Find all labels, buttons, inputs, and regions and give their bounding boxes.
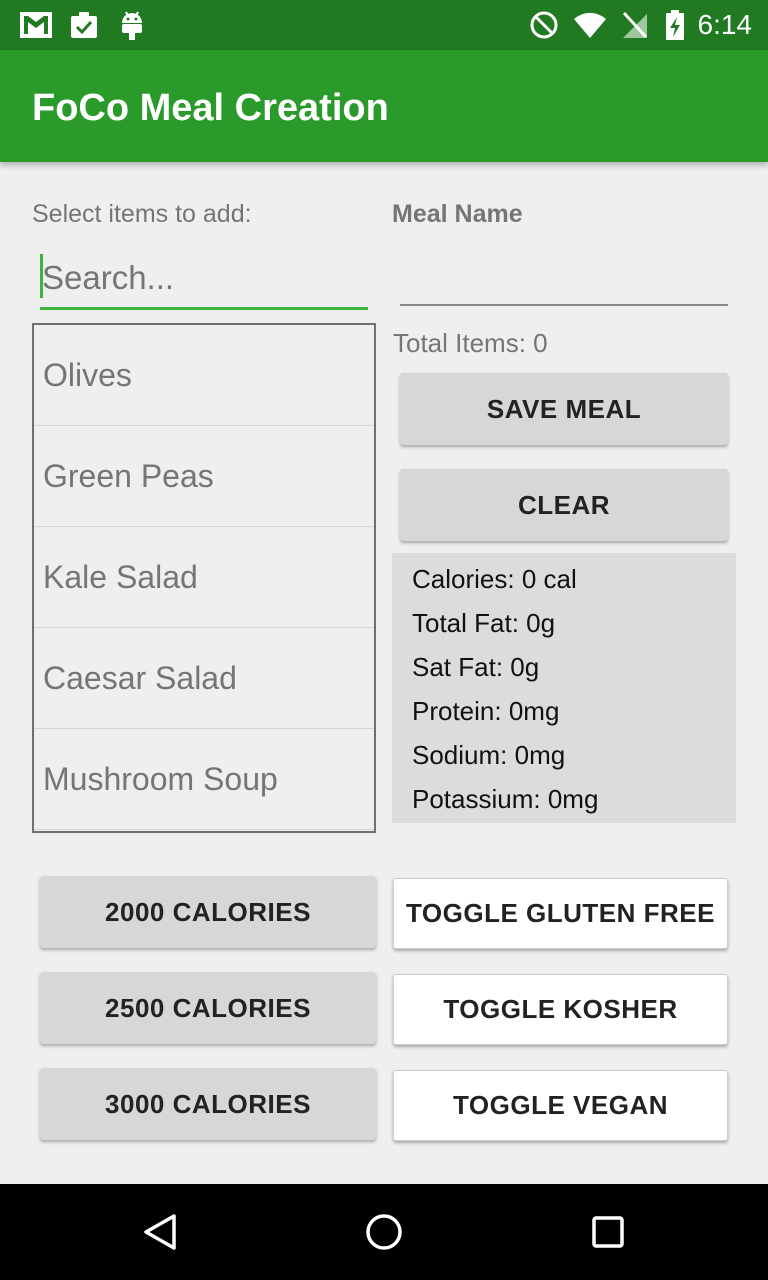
calories-2000-button[interactable]: 2000 CALORIES [40,876,376,948]
gmail-icon [18,9,54,41]
home-icon[interactable] [364,1212,404,1252]
calories-2500-button[interactable]: 2500 CALORIES [40,972,376,1044]
toggle-vegan-button[interactable]: TOGGLE VEGAN [393,1070,728,1141]
app-bar: FoCo Meal Creation [0,50,768,162]
calories-3000-button[interactable]: 3000 CALORIES [40,1068,376,1140]
search-input[interactable] [40,250,368,306]
text-cursor [40,254,43,298]
list-item[interactable]: Mushroom Soup [34,729,374,830]
total-items-count: Total Items: 0 [393,328,548,358]
list-item[interactable]: Kale Salad [34,527,374,628]
meal-name-field[interactable] [400,250,728,306]
select-items-label: Select items to add: [32,200,252,228]
nutrition-summary: Calories: 0 cal Total Fat: 0g Sat Fat: 0… [392,553,736,823]
list-item[interactable]: Caesar Salad [34,628,374,729]
navigation-bar [0,1184,768,1280]
protein-value: Protein: 0mg [412,696,560,726]
list-item[interactable]: Green Peas [34,426,374,527]
app-title: FoCo Meal Creation [32,87,389,129]
toggle-gluten-free-button[interactable]: TOGGLE GLUTEN FREE [393,878,728,949]
status-clock: 6:14 [697,9,753,40]
do-not-disturb-icon [528,9,560,41]
sodium-value: Sodium: 0mg [412,740,566,770]
wifi-icon [572,9,608,41]
no-sim-icon [620,9,650,41]
save-meal-button[interactable]: SAVE MEAL [400,373,728,445]
food-item-list[interactable]: Olives Green Peas Kale Salad Caesar Sala… [32,323,376,833]
potassium-value: Potassium: 0mg [412,784,599,814]
recents-icon[interactable] [588,1212,628,1252]
status-bar: 6:14 [0,0,768,50]
back-icon[interactable] [140,1212,180,1252]
list-item[interactable]: Olives [34,325,374,426]
meal-name-input[interactable] [400,250,728,304]
clipboard-check-icon [68,9,100,41]
battery-charging-icon [664,9,686,41]
calories-value: Calories: 0 cal [412,564,577,594]
total-fat-value: Total Fat: 0g [412,608,556,638]
clear-button[interactable]: CLEAR [400,469,728,541]
toggle-kosher-button[interactable]: TOGGLE KOSHER [393,974,728,1045]
meal-name-label: Meal Name [392,200,523,228]
search-field[interactable] [40,250,368,310]
android-icon [118,9,146,41]
sat-fat-value: Sat Fat: 0g [412,652,540,682]
